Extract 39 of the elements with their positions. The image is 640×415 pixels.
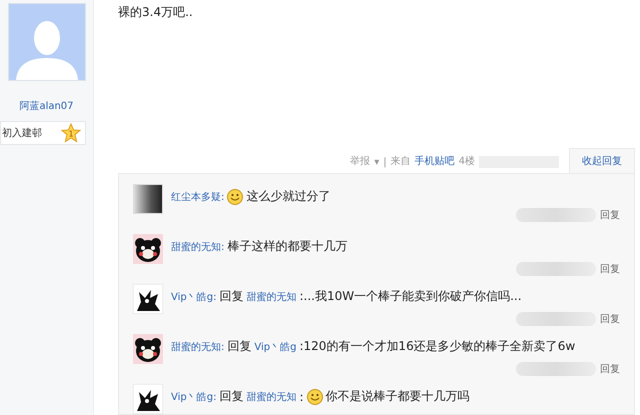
reply-text: 这么少就过分了: [246, 188, 330, 205]
reply-author[interactable]: Vip丶皓g:: [171, 390, 216, 404]
smiley-emoticon-icon: [306, 388, 323, 404]
creature-avatar-icon: [133, 284, 163, 314]
source-link[interactable]: 手机贴吧: [414, 154, 455, 173]
mentioned-user-link[interactable]: Vip丶皓g: [254, 340, 296, 354]
reply-text: :...我10W一个棒子能卖到你破产你信吗...: [299, 288, 522, 305]
bear-avatar-icon: [133, 234, 163, 264]
floor-number: 4楼: [458, 154, 475, 169]
reply-author[interactable]: 甜蜜的无知:: [171, 340, 224, 354]
source-label: 来自: [390, 154, 411, 169]
reply-text: 回复: [219, 288, 244, 305]
mentioned-user-link[interactable]: 甜蜜的无知: [246, 290, 296, 304]
reply-link[interactable]: 回复: [600, 208, 620, 222]
avatar-silhouette-icon: [8, 3, 86, 81]
reply-link[interactable]: 回复: [600, 312, 620, 326]
collapse-replies-tab[interactable]: 收起回复: [569, 148, 635, 173]
rank-title: 初入建邨: [2, 126, 42, 140]
reply-text: 棒子这样的都要十几万: [227, 238, 348, 255]
reply-link[interactable]: 回复: [600, 362, 620, 376]
post-text: 裸的3.4万吧..: [118, 4, 194, 21]
reply-author[interactable]: 红尘本多疑:: [171, 190, 224, 204]
reply-text: 回复: [227, 338, 252, 355]
reply-author[interactable]: Vip丶皓g:: [171, 290, 216, 304]
separator-text: |: [383, 157, 387, 170]
author-name[interactable]: 阿蓝alan07: [19, 99, 74, 113]
smiley-emoticon-icon: [227, 188, 244, 204]
reply-text: 你不是说棒子都要十几万吗: [326, 388, 470, 405]
reply-text: :120的有一个才加16还是多少敏的棒子全新卖了6w: [299, 338, 576, 355]
reply-text: :: [299, 390, 304, 404]
avatar-photo-placeholder: [133, 184, 163, 214]
reply-text: 回复: [219, 388, 244, 405]
bear-avatar-icon: [133, 334, 163, 364]
caret-icon[interactable]: ▾: [374, 157, 380, 173]
reply-author[interactable]: 甜蜜的无知:: [171, 240, 224, 254]
report-link[interactable]: 举报: [350, 154, 370, 173]
mentioned-user-link[interactable]: 甜蜜的无知: [246, 390, 296, 404]
star-level-icon: 1: [61, 123, 81, 143]
reply-link[interactable]: 回复: [600, 262, 620, 276]
